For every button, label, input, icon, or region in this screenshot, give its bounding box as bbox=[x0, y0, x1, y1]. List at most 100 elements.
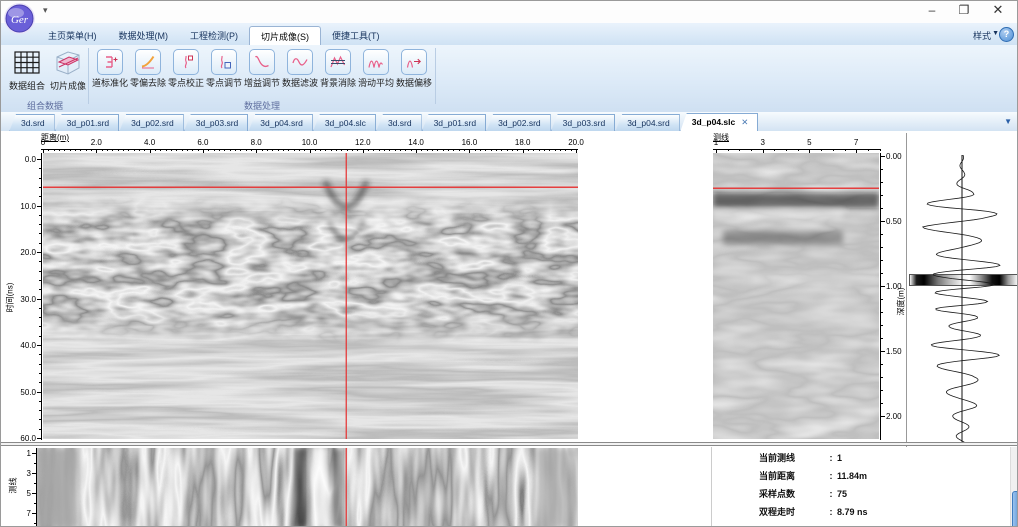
tick bbox=[32, 473, 36, 474]
tick bbox=[341, 149, 343, 151]
ribbon-button-zero-adjust[interactable]: 零点调节 bbox=[205, 49, 243, 99]
menu-tab-2[interactable]: 数据处理(M) bbox=[108, 26, 180, 45]
tick bbox=[34, 483, 36, 484]
info-row-1: 当前测线:1 bbox=[759, 453, 868, 463]
tick bbox=[39, 419, 41, 421]
info-panel: 当前测线:1 当前距离:11.84m 采样点数:75 双程走时:8.79 ns bbox=[759, 453, 868, 525]
data-shift-icon bbox=[401, 49, 427, 75]
ribbon-button-trace-normalize[interactable]: 道标准化 bbox=[91, 49, 129, 99]
slice-image[interactable] bbox=[37, 448, 578, 527]
tick bbox=[224, 149, 226, 151]
document-tab-3[interactable]: 3d_p02.srd bbox=[119, 114, 184, 132]
tick bbox=[786, 149, 788, 151]
background-removal-icon bbox=[325, 49, 351, 75]
tick bbox=[117, 149, 119, 151]
document-tab-1[interactable]: 3d.srd bbox=[9, 114, 55, 132]
tick bbox=[39, 177, 41, 179]
tick bbox=[208, 149, 210, 151]
tick bbox=[277, 149, 279, 151]
line-x-tick-label: 3 bbox=[760, 138, 765, 147]
menu-tab-1[interactable]: 主页菜单(H) bbox=[37, 26, 108, 45]
tick bbox=[549, 149, 551, 151]
tick bbox=[880, 260, 883, 261]
document-tab-7[interactable]: 3d.srd bbox=[375, 114, 422, 132]
main-radargram-image[interactable] bbox=[43, 153, 578, 439]
ribbon-button-moving-average[interactable]: 滑动平均 bbox=[357, 49, 395, 99]
tick bbox=[229, 149, 231, 151]
ribbon-button-data-filter[interactable]: 数据滤波 bbox=[281, 49, 319, 99]
moving-average-icon bbox=[363, 49, 389, 75]
tab-overflow-arrow-icon[interactable]: ▼ bbox=[1004, 117, 1012, 126]
tick bbox=[74, 149, 76, 151]
ribbon-button-slice-cube[interactable]: 切片成像 bbox=[47, 48, 89, 98]
quick-access-arrow-icon[interactable]: ▾ bbox=[43, 5, 48, 16]
tick bbox=[234, 149, 236, 151]
scrollbar-thumb[interactable] bbox=[1011, 491, 1017, 526]
tick bbox=[39, 410, 41, 412]
document-tab-5[interactable]: 3d_p04.srd bbox=[248, 114, 313, 132]
ribbon-button-data-grid[interactable]: 数据组合 bbox=[6, 48, 48, 98]
tick bbox=[880, 221, 885, 222]
tick bbox=[202, 149, 204, 153]
document-tab-6[interactable]: 3d_p04.slc bbox=[312, 114, 376, 132]
ribbon-button-data-shift[interactable]: 数据偏移 bbox=[395, 49, 433, 99]
tick bbox=[554, 149, 556, 151]
tick bbox=[213, 149, 215, 151]
maximize-button[interactable]: ❐ bbox=[949, 1, 979, 21]
main-x-tick-label: 20.0 bbox=[568, 138, 584, 147]
main-x-tick-label: 10.0 bbox=[301, 138, 318, 147]
menu-tab-5[interactable]: 便捷工具(T) bbox=[321, 26, 391, 45]
document-tab-9[interactable]: 3d_p02.srd bbox=[486, 114, 551, 132]
document-tab-12[interactable]: 3d_p04.slc ✕ bbox=[679, 113, 759, 133]
document-tab-4[interactable]: 3d_p03.srd bbox=[183, 114, 249, 132]
tick bbox=[96, 149, 98, 153]
line-scan-image[interactable] bbox=[713, 153, 879, 439]
tick bbox=[293, 149, 295, 151]
tick bbox=[469, 149, 471, 153]
tick bbox=[261, 149, 263, 151]
menu-tab-4[interactable]: 切片成像(S) bbox=[249, 26, 321, 46]
vertical-scrollbar[interactable] bbox=[1010, 447, 1017, 526]
info-label: 采样点数 bbox=[759, 489, 796, 499]
app-logo-icon[interactable]: Ger bbox=[3, 2, 36, 35]
style-dropdown-arrow-icon[interactable]: ▼ bbox=[992, 30, 999, 37]
main-x-tick-label: 16.0 bbox=[461, 138, 478, 147]
minimize-button[interactable]: – bbox=[917, 1, 947, 21]
tick bbox=[39, 233, 41, 235]
trace-waveform[interactable] bbox=[907, 155, 1017, 443]
document-tab-8[interactable]: 3d_p01.srd bbox=[421, 114, 487, 132]
tick bbox=[496, 149, 498, 151]
tick bbox=[32, 453, 36, 454]
tick bbox=[325, 149, 327, 151]
tick bbox=[240, 149, 242, 151]
document-tab-11[interactable]: 3d_p04.srd bbox=[615, 114, 680, 132]
style-button[interactable]: 样式 bbox=[973, 29, 991, 42]
tick bbox=[727, 149, 729, 151]
tick bbox=[39, 289, 41, 291]
ribbon-group-label: 数据处理 bbox=[243, 101, 280, 111]
ribbon-button-gain-adjust[interactable]: 增益调节 bbox=[243, 49, 281, 99]
tick bbox=[480, 149, 482, 151]
tick bbox=[821, 149, 823, 151]
tick bbox=[453, 149, 455, 151]
ribbon-button-zero-correct[interactable]: 零点校正 bbox=[167, 49, 205, 99]
trace-normalize-icon bbox=[97, 49, 123, 75]
close-tab-icon[interactable]: ✕ bbox=[741, 117, 748, 127]
horizontal-splitter[interactable] bbox=[1, 442, 1017, 446]
tick bbox=[282, 149, 284, 151]
tick bbox=[43, 149, 44, 153]
tick bbox=[880, 299, 883, 300]
tick bbox=[442, 149, 444, 151]
document-tab-10[interactable]: 3d_p03.srd bbox=[550, 114, 616, 132]
ribbon-button-dc-removal[interactable]: 零偏去除 bbox=[129, 49, 167, 99]
ribbon-button-background-removal[interactable]: 背景消除 bbox=[319, 49, 357, 99]
help-icon[interactable]: ? bbox=[999, 27, 1014, 42]
tick bbox=[39, 307, 41, 309]
close-button[interactable]: ✕ bbox=[983, 1, 1013, 21]
document-tab-2[interactable]: 3d_p01.srd bbox=[54, 114, 120, 132]
menu-tab-3[interactable]: 工程检测(P) bbox=[179, 26, 249, 45]
tick bbox=[762, 149, 764, 153]
tick bbox=[39, 317, 41, 319]
tick bbox=[880, 351, 885, 352]
tick bbox=[506, 149, 508, 151]
